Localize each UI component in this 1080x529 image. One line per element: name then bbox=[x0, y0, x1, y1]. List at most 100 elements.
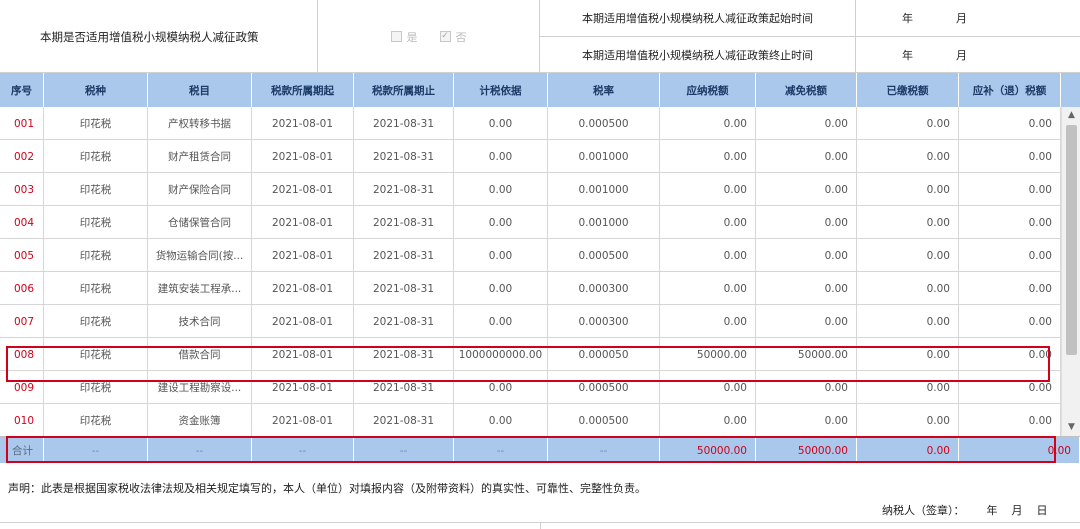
table-row[interactable]: 001 印花税 产权转移书据 2021-08-01 2021-08-31 0.00 0.00… bbox=[0, 107, 1061, 140]
cell-base[interactable]: 0.00 bbox=[454, 305, 548, 338]
scroll-down-icon[interactable]: ▼ bbox=[1066, 422, 1077, 433]
cell-relief[interactable]: 0.00 bbox=[756, 173, 857, 206]
table-row[interactable]: 009 印花税 建设工程勘察设... 2021-08-01 2021-08-31 0.00… bbox=[0, 371, 1061, 404]
cell-paid[interactable]: 0.00 bbox=[857, 239, 959, 272]
option-no[interactable]: ✓ 否 bbox=[439, 29, 467, 45]
cell-payable[interactable]: 0.00 bbox=[660, 305, 756, 338]
column-header-4: 税款所属期止 bbox=[354, 73, 454, 107]
scroll-thumb[interactable] bbox=[1066, 125, 1077, 355]
cell-base[interactable]: 0.00 bbox=[454, 272, 548, 305]
cell-paid[interactable]: 0.00 bbox=[857, 206, 959, 239]
table-row[interactable]: 008 印花税 借款合同 2021-08-01 2021-08-31 1000000000… bbox=[0, 338, 1061, 371]
cell-tax: 印花税 bbox=[44, 239, 148, 272]
cell-rate[interactable]: 0.001000 bbox=[548, 140, 660, 173]
cell-base[interactable]: 0.00 bbox=[454, 107, 548, 140]
table-row[interactable]: 010 印花税 资金账簿 2021-08-01 2021-08-31 0.00 0.0005… bbox=[0, 404, 1061, 436]
cell-paid[interactable]: 0.00 bbox=[857, 404, 959, 436]
cell-base[interactable]: 1000000000.00 bbox=[454, 338, 548, 371]
option-no-label: 否 bbox=[455, 30, 467, 44]
table-header: 序号 税种 税目 税款所属期起 税款所属期止 计税依据 税率 应纳税额 减免税额 已缴税额 应补（退… bbox=[0, 73, 1061, 107]
cell-item: 产权转移书据 bbox=[148, 107, 252, 140]
cell-rate[interactable]: 0.000300 bbox=[548, 305, 660, 338]
cell-rate[interactable]: 0.000500 bbox=[548, 239, 660, 272]
option-yes[interactable]: 是 bbox=[390, 29, 418, 45]
cell-due[interactable]: 0.00 bbox=[959, 107, 1061, 140]
cell-due[interactable]: 0.00 bbox=[959, 272, 1061, 305]
cell-base[interactable]: 0.00 bbox=[454, 239, 548, 272]
cell-paid[interactable]: 0.00 bbox=[857, 173, 959, 206]
total-cell-6: -- bbox=[548, 437, 660, 464]
cell-paid[interactable]: 0.00 bbox=[857, 107, 959, 140]
cell-due[interactable]: 0.00 bbox=[959, 305, 1061, 338]
cell-base[interactable]: 0.00 bbox=[454, 206, 548, 239]
checkbox-no-checked-icon[interactable]: ✓ bbox=[439, 31, 451, 42]
cell-item: 仓储保管合同 bbox=[148, 206, 252, 239]
policy-start-label: 本期适用增值税小规模纳税人减征政策起始时间 bbox=[540, 0, 856, 36]
cell-payable[interactable]: 0.00 bbox=[660, 173, 756, 206]
cell-seq: 002 bbox=[0, 140, 44, 173]
cell-due[interactable]: 0.00 bbox=[959, 338, 1061, 371]
cell-rate[interactable]: 0.000500 bbox=[548, 404, 660, 436]
total-cell-9: 0.00 bbox=[857, 437, 959, 464]
cell-relief[interactable]: 0.00 bbox=[756, 107, 857, 140]
cell-payable[interactable]: 0.00 bbox=[660, 404, 756, 436]
policy-end-date[interactable]: 年 月 bbox=[856, 37, 1080, 73]
cell-tax: 印花税 bbox=[44, 140, 148, 173]
cell-item: 建设工程勘察设... bbox=[148, 371, 252, 404]
cell-base[interactable]: 0.00 bbox=[454, 371, 548, 404]
cell-due[interactable]: 0.00 bbox=[959, 239, 1061, 272]
table-scrollbar[interactable]: ▲ ▼ bbox=[1061, 107, 1080, 436]
cell-seq: 008 bbox=[0, 338, 44, 371]
cell-relief[interactable]: 0.00 bbox=[756, 206, 857, 239]
column-header-3: 税款所属期起 bbox=[252, 73, 354, 107]
cell-from: 2021-08-01 bbox=[252, 305, 354, 338]
cell-rate[interactable]: 0.001000 bbox=[548, 206, 660, 239]
cell-relief[interactable]: 0.00 bbox=[756, 404, 857, 436]
total-cell-0: 合计 bbox=[0, 437, 44, 464]
cell-relief[interactable]: 0.00 bbox=[756, 371, 857, 404]
cell-payable[interactable]: 0.00 bbox=[660, 107, 756, 140]
cell-relief[interactable]: 0.00 bbox=[756, 305, 857, 338]
cell-rate[interactable]: 0.000300 bbox=[548, 272, 660, 305]
cell-base[interactable]: 0.00 bbox=[454, 404, 548, 436]
column-header-1: 税种 bbox=[44, 73, 148, 107]
table-row[interactable]: 003 印花税 财产保险合同 2021-08-01 2021-08-31 0.00 0.00… bbox=[0, 173, 1061, 206]
divider bbox=[540, 522, 541, 529]
cell-paid[interactable]: 0.00 bbox=[857, 371, 959, 404]
cell-payable[interactable]: 0.00 bbox=[660, 206, 756, 239]
cell-rate[interactable]: 0.000500 bbox=[548, 371, 660, 404]
table-row[interactable]: 005 印花税 货物运输合同(按... 2021-08-01 2021-08-31 0.0… bbox=[0, 239, 1061, 272]
cell-relief[interactable]: 0.00 bbox=[756, 239, 857, 272]
policy-start-date[interactable]: 年 月 bbox=[856, 0, 1080, 36]
cell-due[interactable]: 0.00 bbox=[959, 173, 1061, 206]
cell-base[interactable]: 0.00 bbox=[454, 173, 548, 206]
cell-relief[interactable]: 0.00 bbox=[756, 140, 857, 173]
cell-relief[interactable]: 0.00 bbox=[756, 272, 857, 305]
table-row[interactable]: 002 印花税 财产租赁合同 2021-08-01 2021-08-31 0.00 0.00… bbox=[0, 140, 1061, 173]
table-row[interactable]: 006 印花税 建筑安装工程承... 2021-08-01 2021-08-31 0.00… bbox=[0, 272, 1061, 305]
cell-due[interactable]: 0.00 bbox=[959, 206, 1061, 239]
cell-payable[interactable]: 0.00 bbox=[660, 239, 756, 272]
table-row[interactable]: 004 印花税 仓储保管合同 2021-08-01 2021-08-31 0.00 0.00… bbox=[0, 206, 1061, 239]
cell-paid[interactable]: 0.00 bbox=[857, 305, 959, 338]
cell-paid[interactable]: 0.00 bbox=[857, 338, 959, 371]
cell-rate[interactable]: 0.000050 bbox=[548, 338, 660, 371]
signature-line: 纳税人（签章）： 年 月 日 bbox=[882, 502, 1048, 518]
scroll-up-icon[interactable]: ▲ bbox=[1066, 110, 1077, 121]
cell-paid[interactable]: 0.00 bbox=[857, 140, 959, 173]
table-row[interactable]: 007 印花税 技术合同 2021-08-01 2021-08-31 0.00 0.0003… bbox=[0, 305, 1061, 338]
cell-base[interactable]: 0.00 bbox=[454, 140, 548, 173]
signature-year: 年 bbox=[986, 504, 998, 517]
cell-payable[interactable]: 0.00 bbox=[660, 140, 756, 173]
cell-rate[interactable]: 0.001000 bbox=[548, 173, 660, 206]
cell-relief[interactable]: 50000.00 bbox=[756, 338, 857, 371]
checkbox-yes[interactable] bbox=[390, 31, 402, 42]
cell-due[interactable]: 0.00 bbox=[959, 371, 1061, 404]
cell-rate[interactable]: 0.000500 bbox=[548, 107, 660, 140]
cell-paid[interactable]: 0.00 bbox=[857, 272, 959, 305]
cell-payable[interactable]: 0.00 bbox=[660, 272, 756, 305]
cell-due[interactable]: 0.00 bbox=[959, 404, 1061, 436]
cell-payable[interactable]: 0.00 bbox=[660, 371, 756, 404]
cell-payable[interactable]: 50000.00 bbox=[660, 338, 756, 371]
cell-due[interactable]: 0.00 bbox=[959, 140, 1061, 173]
